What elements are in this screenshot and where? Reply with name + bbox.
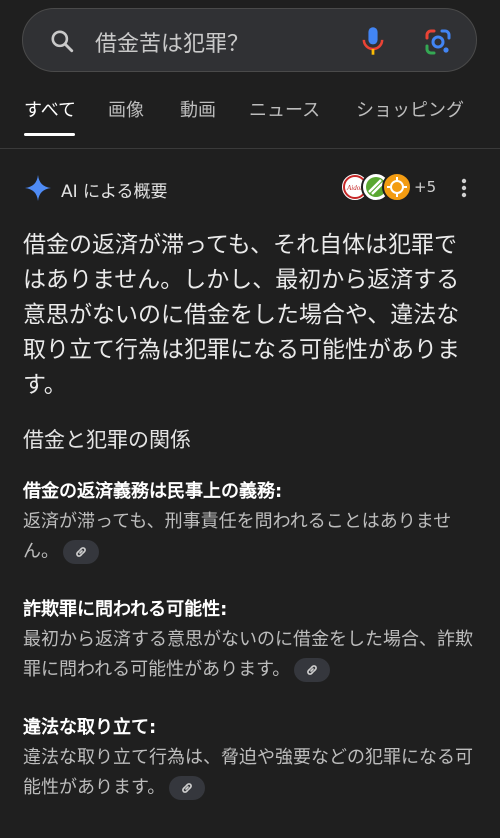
section-heading: 借金と犯罪の関係 xyxy=(23,428,191,452)
more-sources-count[interactable]: +5 xyxy=(414,178,436,196)
search-icon[interactable] xyxy=(49,28,75,54)
point-heading: 詐欺罪に問われる可能性: xyxy=(23,599,228,620)
google-lens-icon[interactable] xyxy=(423,27,453,57)
source-avatar-3[interactable] xyxy=(382,172,412,202)
tab-videos[interactable]: 動画 xyxy=(180,96,216,122)
search-bar[interactable]: 借金苦は犯罪？ xyxy=(22,8,477,72)
tab-news[interactable]: ニュース xyxy=(249,96,320,122)
point-body: 最初から返済する意思がないのに借金をした場合、詐欺罪に問われる可能性があります。 xyxy=(23,625,478,685)
more-options-icon[interactable] xyxy=(454,176,474,200)
search-tabs: すべて 画像 動画 ニュース ショッピング xyxy=(0,96,500,140)
ai-overview-title: AI による概要 xyxy=(61,182,168,202)
microphone-icon[interactable] xyxy=(359,25,387,57)
tab-shopping[interactable]: ショッピング xyxy=(356,96,464,122)
point-text: 最初から返済する意思がないのに借金をした場合、詐欺罪に問われる可能性があります。 xyxy=(23,629,473,680)
citation-link-button[interactable] xyxy=(169,776,206,800)
point-body: 返済が滞っても、刑事責任を問われることはありません。 xyxy=(23,507,478,567)
link-icon xyxy=(182,783,193,793)
tab-all[interactable]: すべて xyxy=(24,96,76,122)
source-logo xyxy=(387,177,407,197)
link-icon xyxy=(76,547,86,557)
citation-link-button[interactable] xyxy=(63,540,99,564)
citation-link-button[interactable] xyxy=(294,658,331,682)
link-icon xyxy=(307,665,318,675)
ai-overview-header: AI による概要 Aidor +5 xyxy=(0,170,500,206)
divider xyxy=(0,148,500,149)
active-tab-indicator xyxy=(24,133,75,136)
point-text: 違法な取り立て行為は、脅迫や強要などの犯罪になる可能性があります。 xyxy=(23,747,473,798)
point-heading: 違法な取り立て: xyxy=(23,717,157,738)
point-body: 違法な取り立て行為は、脅迫や強要などの犯罪になる可能性があります。 xyxy=(23,743,478,803)
gemini-sparkle-icon xyxy=(25,175,51,201)
source-avatars[interactable]: Aidor xyxy=(340,172,412,204)
point-heading: 借金の返済義務は民事上の義務: xyxy=(23,481,283,502)
ai-summary-text: 借金の返済が滞っても、それ自体は犯罪ではありません。しかし、最初から返済する意思… xyxy=(23,232,460,398)
search-input[interactable]: 借金苦は犯罪？ xyxy=(95,26,249,58)
tab-images[interactable]: 画像 xyxy=(108,96,144,122)
